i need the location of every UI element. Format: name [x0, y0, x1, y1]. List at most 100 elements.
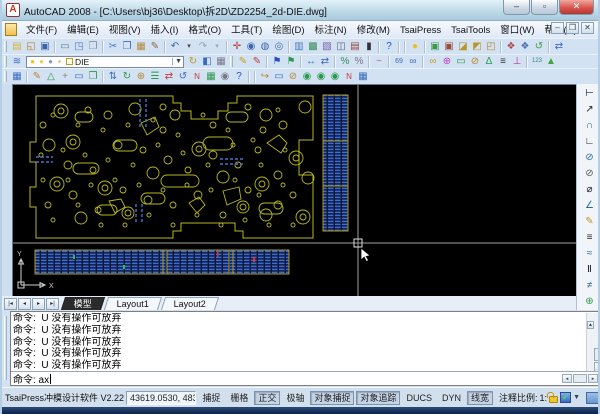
menu-item-4[interactable]: 格式(O) [183, 25, 226, 36]
toggle-对象追踪[interactable]: 对象追踪 [356, 391, 400, 405]
dim-aligned-icon[interactable]: ↗ [583, 102, 597, 118]
leader-arrow-icon[interactable]: ~ [372, 55, 386, 68]
coordinates-readout[interactable]: 43619.0530, 48379.2608, 0.0000 [126, 391, 196, 405]
command-input-line[interactable]: 命令: ax ◂ ▸ [11, 371, 600, 385]
tab-Layout2[interactable]: Layout2 [161, 297, 219, 310]
plot-preview-icon[interactable]: ◳ [72, 40, 86, 53]
hook-arrow-icon[interactable]: ↪ [258, 70, 272, 83]
designcenter-icon[interactable]: ▩ [306, 40, 320, 53]
paste-icon[interactable]: ▦ [134, 40, 148, 53]
dim-linear-icon[interactable]: ⊢ [583, 86, 597, 102]
layer-thaw-icon[interactable]: ◩ [470, 40, 484, 53]
mdi-restore-button[interactable]: ❐ [566, 22, 579, 34]
dim-arclength-icon[interactable]: ∩ [583, 118, 597, 134]
quick-dim-icon[interactable]: ✎ [583, 214, 597, 230]
xy-grid-icon[interactable]: ▦ [356, 70, 370, 83]
redo-icon[interactable]: ↷ [196, 40, 210, 53]
equal-lines-icon[interactable]: ≡ [496, 55, 510, 68]
dwg-file-icon[interactable] [5, 23, 17, 36]
markup-icon[interactable]: ▤ [348, 40, 362, 53]
sketch-pencil-icon[interactable]: ✎ [30, 70, 44, 83]
zoom-realtime-icon[interactable]: ◉ [244, 40, 258, 53]
menu-item-0[interactable]: 文件(F) [21, 25, 62, 36]
menu-item-3[interactable]: 插入(I) [145, 25, 183, 36]
dim-angular-icon[interactable]: ∠ [583, 198, 597, 214]
undo-dropdown-icon[interactable]: ▾ [182, 40, 196, 53]
layer-walk-icon[interactable]: ❖ [504, 40, 518, 53]
users-icon[interactable]: ◉ [218, 70, 232, 83]
undo-icon[interactable]: ↶ [168, 40, 182, 53]
scroll-right-icon[interactable]: ▸ [588, 374, 598, 383]
polygon-tool-icon[interactable]: △ [44, 70, 58, 83]
open-icon[interactable]: ◱ [24, 40, 38, 53]
layer-match-icon[interactable]: ❖ [518, 40, 532, 53]
toggle-DYN[interactable]: DYN [438, 391, 465, 405]
toolbar-grip[interactable] [230, 56, 233, 67]
dim-diameter-icon[interactable]: ⌀ [583, 182, 597, 198]
circle-b-icon[interactable]: ◉ [314, 70, 328, 83]
pick-point-icon[interactable]: + [58, 70, 72, 83]
layer-dropdown[interactable]: ●●●▪DIE▼ [26, 56, 184, 68]
zoom-window-icon[interactable]: ◍ [258, 40, 272, 53]
help2-icon[interactable]: ? [232, 70, 246, 83]
dim-jogged-icon[interactable]: ⊘ [583, 166, 597, 182]
scrollbar-thumb[interactable] [594, 348, 600, 361]
tab-nav-3[interactable]: ▸| [46, 298, 59, 310]
dim-baseline-icon[interactable]: ≡ [583, 230, 597, 246]
menu-item-6[interactable]: 绘图(D) [267, 25, 309, 36]
toggle-极轴[interactable]: 极轴 [282, 391, 308, 405]
tab-nav-0[interactable]: |◂ [4, 298, 17, 310]
layer-dropdown-arrow-icon[interactable]: ▼ [172, 58, 182, 65]
tab-Layout1[interactable]: Layout1 [104, 297, 162, 310]
tab-模型[interactable]: 模型 [61, 297, 105, 310]
pan-icon[interactable]: ✛ [230, 40, 244, 53]
layer-on-icon[interactable]: ▣ [428, 40, 442, 53]
viewport-rect-icon[interactable]: ▭ [454, 55, 468, 68]
copy-icon[interactable]: ❐ [120, 40, 134, 53]
menu-item-9[interactable]: TsaiPress [395, 25, 446, 36]
layer-off-icon[interactable]: ▣ [442, 40, 456, 53]
properties-icon[interactable]: ▥ [292, 40, 306, 53]
redline-pencil-icon[interactable]: ✎ [250, 55, 264, 68]
toggle-捕捉[interactable]: 捕捉 [198, 391, 224, 405]
edit-pencil-icon[interactable]: ✎ [236, 55, 250, 68]
flag-green-icon[interactable]: ⚑ [284, 55, 298, 68]
hscrollbar-thumb[interactable] [573, 374, 587, 383]
layer-states-icon[interactable]: ▦ [214, 55, 228, 68]
drawing-canvas[interactable]: YX [12, 84, 576, 296]
make-layer-current-icon[interactable]: ↻ [186, 55, 200, 68]
dim-ordinate-icon[interactable]: ∟ [583, 134, 597, 150]
chain-icon[interactable]: ∞ [426, 55, 440, 68]
annotation-visibility-icon[interactable]: ✔ [560, 392, 571, 403]
mdi-minimize-button[interactable]: – [551, 22, 564, 34]
sheetset-icon[interactable]: ◫ [334, 40, 348, 53]
dim-space-icon[interactable]: Ⅱ [583, 262, 597, 278]
copy-object-icon[interactable]: ❐ [86, 70, 100, 83]
layer-manager-icon[interactable]: ≋ [10, 55, 24, 68]
new-label-icon[interactable]: N [190, 70, 204, 83]
regen-icon[interactable]: ↻ [120, 70, 134, 83]
swap-ab-icon[interactable]: ⇄ [318, 55, 332, 68]
scroll-left-icon[interactable]: ◂ [562, 374, 572, 383]
cut-icon[interactable]: ✂ [106, 40, 120, 53]
flag-blue-icon[interactable]: ⚑ [270, 55, 284, 68]
dim-continue-icon[interactable]: ≈ [583, 246, 597, 262]
toggle-DUCS[interactable]: DUCS [402, 391, 436, 405]
save-icon[interactable]: ▣ [38, 40, 52, 53]
tab-nav-1[interactable]: ◂ [18, 298, 31, 310]
toolbar-grip[interactable] [4, 41, 7, 52]
layer-undo-icon[interactable]: ↺ [532, 40, 546, 53]
menu-item-8[interactable]: 修改(M) [352, 25, 395, 36]
toggle-正交[interactable]: 正交 [254, 391, 280, 405]
annotation-scale-value[interactable]: 1: [540, 393, 548, 403]
menu-item-11[interactable]: 窗口(W) [495, 25, 539, 36]
toggle-栅格[interactable]: 栅格 [226, 391, 252, 405]
transfer-icon[interactable]: ⇄ [162, 70, 176, 83]
rectangle-tool-icon[interactable]: ▭ [72, 70, 86, 83]
zero-point-icon[interactable]: ⊕ [134, 70, 148, 83]
toolbar-grip[interactable] [4, 56, 7, 67]
circle-c-icon[interactable]: ◉ [328, 70, 342, 83]
datum-icon[interactable]: ⊥ [510, 55, 524, 68]
quickcalc-icon[interactable]: ▮ [362, 40, 376, 53]
clean-screen-button[interactable] [586, 392, 599, 404]
